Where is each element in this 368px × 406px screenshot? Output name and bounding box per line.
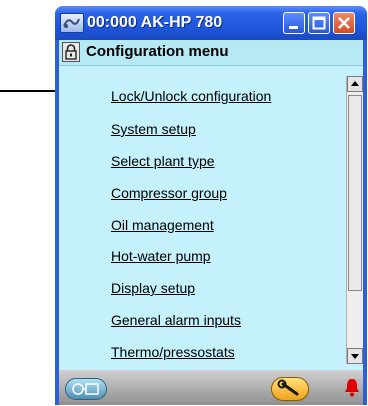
content-area: Configuration menu Lock/Unlock configura…: [59, 40, 363, 370]
minimize-button[interactable]: [283, 12, 305, 34]
menu-title: Configuration menu: [86, 43, 229, 60]
app-window: 00:000 AK-HP 780 Configuration menu Lock…: [55, 6, 367, 405]
menu-item-general-alarm-inputs[interactable]: General alarm inputs: [111, 312, 241, 328]
window-title: 00:000 AK-HP 780: [87, 14, 223, 31]
maximize-icon: [312, 16, 326, 30]
menu-item-hot-water-pump[interactable]: Hot-water pump: [111, 248, 211, 264]
menu-item-thermo-pressostats[interactable]: Thermo/pressostats: [111, 344, 235, 360]
menu-item-display-setup[interactable]: Display setup: [111, 280, 195, 296]
close-button[interactable]: [333, 12, 355, 34]
menu-item-compressor-group[interactable]: Compressor group: [111, 185, 227, 201]
arrow-up-icon: [351, 81, 359, 86]
maximize-button[interactable]: [308, 12, 330, 34]
close-icon: [338, 17, 350, 29]
network-icon[interactable]: [65, 378, 107, 400]
lock-icon[interactable]: [62, 42, 80, 62]
wrench-icon[interactable]: [271, 377, 309, 401]
arrow-down-icon: [351, 354, 359, 359]
title-bar: 00:000 AK-HP 780: [55, 6, 367, 40]
alarm-bell-icon[interactable]: [343, 376, 361, 398]
status-bar: [59, 370, 363, 405]
menu-item-lock-unlock-configuration[interactable]: Lock/Unlock configuration: [111, 88, 271, 104]
scrollbar-thumb[interactable]: [348, 95, 362, 291]
scroll-up-button[interactable]: [347, 76, 363, 92]
minimize-icon: [289, 26, 298, 29]
device-icon: [60, 13, 84, 33]
menu-item-select-plant-type[interactable]: Select plant type: [111, 153, 215, 169]
vertical-scrollbar[interactable]: [346, 76, 363, 364]
menu-header: Configuration menu: [59, 40, 363, 66]
menu-item-system-setup[interactable]: System setup: [111, 121, 196, 137]
scroll-down-button[interactable]: [347, 348, 363, 364]
menu-item-oil-management[interactable]: Oil management: [111, 217, 214, 233]
